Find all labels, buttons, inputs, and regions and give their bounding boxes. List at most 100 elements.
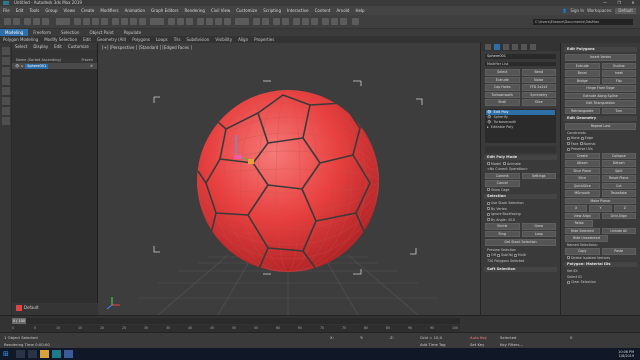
menu-tools[interactable]: Tools bbox=[26, 6, 42, 15]
render-icon[interactable] bbox=[340, 18, 347, 25]
edit-geometry-rollout[interactable]: Edit Geometry bbox=[564, 116, 637, 121]
bridge-button[interactable]: Bridge bbox=[565, 77, 600, 84]
relax-button[interactable]: Relax bbox=[565, 220, 594, 227]
retriangulate-button[interactable]: Retriangulate bbox=[565, 107, 600, 114]
angle-snap-icon[interactable] bbox=[206, 18, 213, 25]
modifier-shell-button[interactable]: Shell bbox=[485, 99, 520, 106]
set-key-button[interactable]: Set Key bbox=[470, 342, 484, 347]
display-geometry-icon[interactable] bbox=[2, 77, 10, 85]
msmooth-button[interactable]: MSmooth bbox=[565, 190, 600, 197]
add-time-tag-button[interactable]: Add Time Tag bbox=[420, 342, 445, 347]
menu-views[interactable]: Views bbox=[61, 6, 79, 15]
tab-object-paint[interactable]: Object Paint bbox=[84, 29, 118, 36]
ring-button[interactable]: Ring bbox=[485, 230, 520, 237]
placement-icon[interactable] bbox=[139, 18, 146, 25]
select-icon[interactable] bbox=[74, 18, 81, 25]
ignore-backfacing-checkbox[interactable] bbox=[487, 212, 490, 216]
animate-radio[interactable] bbox=[503, 162, 507, 165]
menu-customize[interactable]: Customize bbox=[233, 6, 260, 15]
unlink-icon[interactable] bbox=[33, 18, 40, 25]
eye-icon[interactable]: 👁 bbox=[15, 64, 19, 68]
display-lights-icon[interactable] bbox=[2, 97, 10, 105]
menu-graph-editors[interactable]: Graph Editors bbox=[148, 6, 181, 15]
by-angle-checkbox[interactable] bbox=[487, 218, 490, 221]
display-tab-icon[interactable] bbox=[521, 44, 527, 50]
menu-arnold[interactable]: Arnold bbox=[333, 6, 352, 15]
frozen-icon[interactable]: ❄ bbox=[90, 64, 97, 68]
modifier-extrude-button[interactable]: Extrude bbox=[485, 76, 520, 83]
modifier-bend-button[interactable]: Bend bbox=[521, 69, 556, 76]
snap-icon[interactable] bbox=[197, 18, 204, 25]
object-name-field[interactable]: Sphere001 bbox=[485, 54, 556, 59]
track-bar[interactable]: 0 5 10 15 20 25 30 35 40 45 50 55 60 65 70 75 80 85 90 95 10… bbox=[12, 325, 460, 332]
spinner-snap-icon[interactable] bbox=[224, 18, 231, 25]
menu-modifiers[interactable]: Modifiers bbox=[97, 6, 121, 15]
explorer-edit-menu[interactable]: Edit bbox=[51, 44, 65, 49]
search-icon[interactable] bbox=[16, 350, 25, 358]
window-crossing-icon[interactable] bbox=[101, 18, 108, 25]
planar-z-button[interactable]: Z bbox=[613, 205, 636, 212]
key-filters-button[interactable]: Key Filters... bbox=[500, 342, 523, 347]
menu-group[interactable]: Group bbox=[42, 6, 60, 15]
preserve-uvs-checkbox[interactable] bbox=[567, 147, 570, 151]
expand-icon[interactable]: ▸ bbox=[21, 64, 23, 68]
edit-polygons-rollout[interactable]: Edit Polygons bbox=[564, 47, 637, 52]
constraint-edge-radio[interactable] bbox=[580, 136, 584, 140]
modifier-noise-button[interactable]: Noise bbox=[521, 76, 556, 83]
angle-spinner[interactable]: 45.0 bbox=[508, 218, 515, 222]
user-icon[interactable]: 👤 bbox=[562, 8, 567, 13]
preview-multi-radio[interactable] bbox=[513, 253, 517, 257]
auto-key-button[interactable]: Auto Key bbox=[470, 335, 487, 340]
sign-in-link[interactable]: Sign In bbox=[570, 8, 584, 13]
menu-animation[interactable]: Animation bbox=[122, 6, 148, 15]
redo-icon[interactable] bbox=[13, 18, 20, 25]
use-stack-checkbox[interactable] bbox=[487, 201, 490, 205]
time-slider-track[interactable] bbox=[12, 318, 460, 324]
current-layer[interactable]: Default bbox=[24, 305, 39, 310]
menu-rendering[interactable]: Rendering bbox=[182, 6, 208, 15]
align-icon[interactable] bbox=[262, 18, 269, 25]
loop-button[interactable]: Loop bbox=[521, 230, 556, 237]
menu-civil-view[interactable]: Civil View bbox=[208, 6, 233, 15]
explorer-select-menu[interactable]: Select bbox=[12, 44, 30, 49]
hide-selected-button[interactable]: Hide Selected bbox=[565, 227, 600, 234]
show-cage-checkbox[interactable] bbox=[487, 188, 490, 191]
3ds-max-taskbar-icon[interactable] bbox=[52, 350, 61, 358]
turn-button[interactable]: Turn bbox=[601, 107, 636, 114]
ribbon-tris[interactable]: Tris bbox=[171, 37, 184, 42]
project-path-field[interactable]: C:\Users\Elwane\Documents\3dsMax bbox=[533, 19, 633, 25]
display-all-icon[interactable] bbox=[2, 67, 10, 75]
modifier-ffd-button[interactable]: FFD 2x2x2 bbox=[521, 84, 556, 91]
bevel-button[interactable]: Bevel bbox=[565, 70, 600, 77]
attach-button[interactable]: Attach bbox=[565, 160, 600, 167]
explorer-customize-menu[interactable]: Customize bbox=[65, 44, 92, 49]
expand-icon[interactable]: ▸ bbox=[487, 125, 489, 130]
cancel-button[interactable]: Cancel bbox=[485, 180, 520, 187]
link-icon[interactable] bbox=[24, 18, 31, 25]
mirror-icon[interactable] bbox=[253, 18, 260, 25]
delete-isolated-checkbox[interactable] bbox=[567, 256, 570, 259]
named-selection-icon[interactable] bbox=[235, 18, 249, 25]
insert-vertex-button[interactable]: Insert Vertex bbox=[565, 54, 636, 61]
cut-button[interactable]: Cut bbox=[601, 182, 636, 189]
extrude-along-spline-button[interactable]: Extrude Along Spline bbox=[565, 92, 636, 99]
utilities-tab-icon[interactable] bbox=[530, 44, 536, 50]
scale-icon[interactable] bbox=[130, 18, 137, 25]
time-slider-thumb[interactable]: 0 / 100 bbox=[12, 318, 26, 324]
slice-plane-button[interactable]: Slice Plane bbox=[565, 167, 600, 174]
menu-file[interactable]: File bbox=[0, 6, 13, 15]
manipulate-icon[interactable] bbox=[177, 18, 184, 25]
render-cloud-icon[interactable] bbox=[352, 18, 359, 25]
create-button[interactable]: Create bbox=[565, 152, 600, 159]
modify-tab-icon[interactable] bbox=[494, 44, 500, 50]
display-none-icon[interactable] bbox=[2, 57, 10, 65]
system-clock[interactable]: 10:06 PM 1/8/2019 bbox=[618, 350, 634, 358]
menu-help[interactable]: Help bbox=[352, 6, 367, 15]
get-stack-selection-button[interactable]: Get Stack Selection bbox=[485, 239, 556, 246]
constraint-normal-radio[interactable] bbox=[579, 142, 583, 145]
select-by-name-icon[interactable] bbox=[83, 18, 90, 25]
create-tab-icon[interactable] bbox=[485, 44, 491, 50]
modifier-turbosmooth-button[interactable]: Turbosmooth bbox=[485, 91, 520, 98]
layer-color-swatch[interactable] bbox=[16, 305, 22, 311]
hinge-from-edge-button[interactable]: Hinge From Edge bbox=[565, 85, 636, 92]
